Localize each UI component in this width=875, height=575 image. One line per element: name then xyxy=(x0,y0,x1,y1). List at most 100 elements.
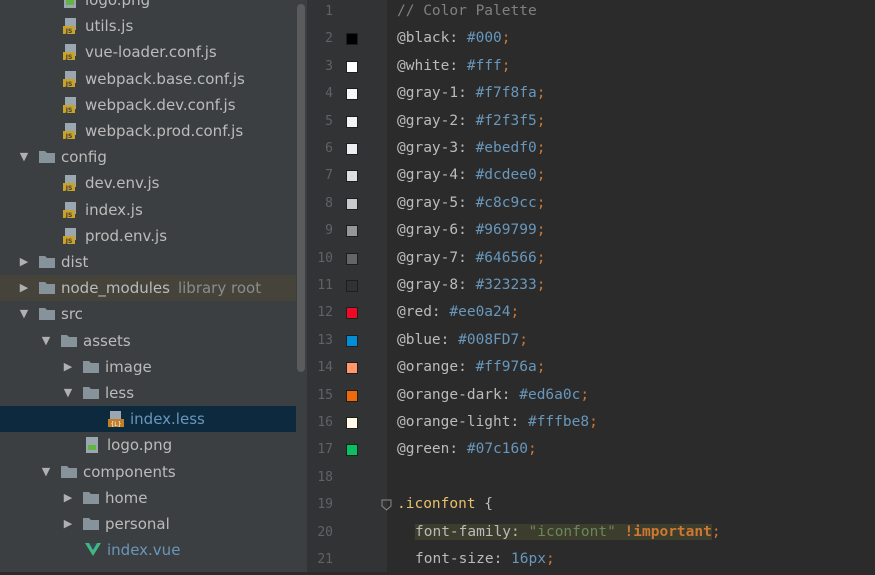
color-swatch[interactable] xyxy=(346,362,358,375)
semicolon: ; xyxy=(527,441,537,458)
tree-item-label: assets xyxy=(83,332,131,350)
tree-item-prod-env-js[interactable]: JS prod.env.js xyxy=(0,223,296,249)
code-line[interactable]: 12 @red: #ee0a24; xyxy=(307,301,875,328)
tree-item-label: src xyxy=(61,305,83,323)
tree-item-text: assets xyxy=(83,331,131,350)
code-line[interactable]: 11 @gray-8: #323233; xyxy=(307,274,875,301)
chevron-right-icon[interactable]: ▶ xyxy=(18,282,30,294)
tree-item-logo-png[interactable]: logo.png xyxy=(0,432,296,458)
color-swatch[interactable] xyxy=(346,197,358,210)
color-swatch[interactable] xyxy=(346,280,358,292)
color-swatch[interactable] xyxy=(346,60,358,73)
code-line[interactable]: 2 @black: #000; xyxy=(307,27,875,54)
color-swatch[interactable] xyxy=(346,88,358,101)
color-swatch[interactable] xyxy=(346,225,358,238)
tree-item-components[interactable]: ▼ components xyxy=(0,459,296,485)
tree-item-personal[interactable]: ▶ personal xyxy=(0,511,296,537)
code-line[interactable]: 5 @gray-2: #f2f3f5; xyxy=(307,110,875,137)
tree-item-text: index.less xyxy=(130,410,205,429)
tree-item-utils-js[interactable]: JS utils.js xyxy=(0,13,296,39)
chevron-down-icon[interactable]: ▼ xyxy=(18,308,30,320)
tree-item-config[interactable]: ▼ config xyxy=(0,144,296,170)
tree-item-label: utils.js xyxy=(85,17,133,35)
tree-scrollbar[interactable] xyxy=(296,0,307,572)
tree-item-dist[interactable]: ▶ dist xyxy=(0,249,296,275)
color-swatch[interactable] xyxy=(346,170,358,183)
chevron-down-icon[interactable]: ▼ xyxy=(18,151,30,163)
code-line[interactable]: 8 @gray-5: #c8c9cc; xyxy=(307,192,875,219)
code-line[interactable]: 16 @orange-light: #fffbe8; xyxy=(307,411,875,438)
tree-item-text: logo.png xyxy=(107,436,173,455)
tree-item-webpack-dev-conf-js[interactable]: JS webpack.dev.conf.js xyxy=(0,92,296,118)
color-swatch[interactable] xyxy=(346,417,358,429)
chevron-right-icon[interactable]: ▶ xyxy=(62,491,74,504)
color-swatch[interactable] xyxy=(346,389,358,402)
code-line[interactable]: 21 font-size: 16px; xyxy=(307,548,875,575)
code-line[interactable]: 17 @green: #07c160; xyxy=(307,438,875,465)
svg-text:JS: JS xyxy=(65,238,73,245)
color-swatch[interactable] xyxy=(346,115,358,128)
tree-item-image[interactable]: ▶ image xyxy=(0,354,296,380)
tree-item-less[interactable]: ▼ less xyxy=(0,380,296,406)
color-swatch[interactable] xyxy=(346,307,358,320)
code-line[interactable]: 7 @gray-4: #dcdee0; xyxy=(307,164,875,191)
color-swatch[interactable] xyxy=(346,33,358,46)
code-text: @orange-light: #fffbe8; xyxy=(397,414,598,430)
color-value: #c8c9cc xyxy=(475,194,537,211)
tree-item-assets[interactable]: ▼ assets xyxy=(0,328,296,354)
chevron-right-icon[interactable]: ▶ xyxy=(62,360,74,373)
fold-icon[interactable] xyxy=(381,499,392,511)
tree-item-index-js[interactable]: JS index.js xyxy=(0,197,296,223)
tree-item-text: index.js xyxy=(85,200,143,219)
code-line[interactable]: 9 @gray-6: #969799; xyxy=(307,219,875,246)
tree-item-vue-loader-conf-js[interactable]: JS vue-loader.conf.js xyxy=(0,39,296,65)
code-line[interactable]: 20 font-family: "iconfont" !important; xyxy=(307,521,875,548)
color-swatch[interactable] xyxy=(346,334,358,347)
chevron-down-icon[interactable]: ▼ xyxy=(40,465,52,478)
chevron-right-icon[interactable]: ▶ xyxy=(18,256,30,268)
tree-item-src[interactable]: ▼ src xyxy=(0,301,296,327)
tree-item-text: node_modules xyxy=(61,279,170,298)
color-swatch[interactable] xyxy=(346,143,358,155)
code-line[interactable]: 19 .iconfont { xyxy=(307,493,875,520)
code-line[interactable]: 6 @gray-3: #ebedf0; xyxy=(307,137,875,164)
chevron-down-icon[interactable]: ▼ xyxy=(62,387,74,399)
tree-item-text: personal xyxy=(105,515,170,533)
semicolon: ; xyxy=(711,523,721,540)
variable-name: @green xyxy=(397,441,450,458)
code-line[interactable]: 18 xyxy=(307,466,875,493)
file-js-icon: JS xyxy=(62,201,80,219)
code-line[interactable]: 13 @blue: #008FD7; xyxy=(307,329,875,356)
tree-item-home[interactable]: ▶ home xyxy=(0,485,296,511)
scroll-thumb[interactable] xyxy=(297,4,305,372)
chevron-down-icon[interactable]: ▼ xyxy=(40,334,52,347)
code-line[interactable]: 4 @gray-1: #f7f8fa; xyxy=(307,82,875,109)
file-js-icon: JS xyxy=(62,96,80,114)
tree-item-index-less[interactable]: {L} index.less xyxy=(0,406,296,433)
line-number: 7 xyxy=(325,168,333,184)
tree-item-text: logo.png xyxy=(85,0,151,9)
code-text: @gray-5: #c8c9cc; xyxy=(397,195,545,211)
color-swatch[interactable] xyxy=(346,444,358,457)
tree-item-logo-png[interactable]: logo.png xyxy=(0,0,296,13)
code-editor[interactable]: 1 // Color Palette 2 @black: #000; 3 @white: … xyxy=(307,0,875,572)
code-line[interactable]: 15 @orange-dark: #ed6a0c; xyxy=(307,384,875,411)
tree-item-index-vue[interactable]: index.vue xyxy=(0,537,296,563)
code-line[interactable]: 14 @orange: #ff976a; xyxy=(307,356,875,383)
chevron-right-icon[interactable]: ▶ xyxy=(62,518,74,530)
tree-item-webpack-prod-conf-js[interactable]: JS webpack.prod.conf.js xyxy=(0,118,296,144)
code-line[interactable]: 3 @white: #fff; xyxy=(307,55,875,82)
code-text: @orange-dark: #ed6a0c; xyxy=(397,387,589,403)
code-line[interactable]: 1 // Color Palette xyxy=(307,0,875,27)
code-line[interactable]: 10 @gray-7: #646566; xyxy=(307,247,875,274)
color-value: #fff xyxy=(466,57,502,74)
tree-item-node-modules[interactable]: ▶ node_modules library root xyxy=(0,275,296,302)
tree-item-text: webpack.base.conf.js xyxy=(85,69,245,88)
tree-item-webpack-base-conf-js[interactable]: JS webpack.base.conf.js xyxy=(0,66,296,92)
line-number: 20 xyxy=(317,524,333,540)
tree-item-text: components xyxy=(83,462,176,481)
color-swatch[interactable] xyxy=(346,252,358,265)
tree-item-dev-env-js[interactable]: JS dev.env.js xyxy=(0,170,296,196)
tree-item-label: index.less xyxy=(130,410,205,428)
